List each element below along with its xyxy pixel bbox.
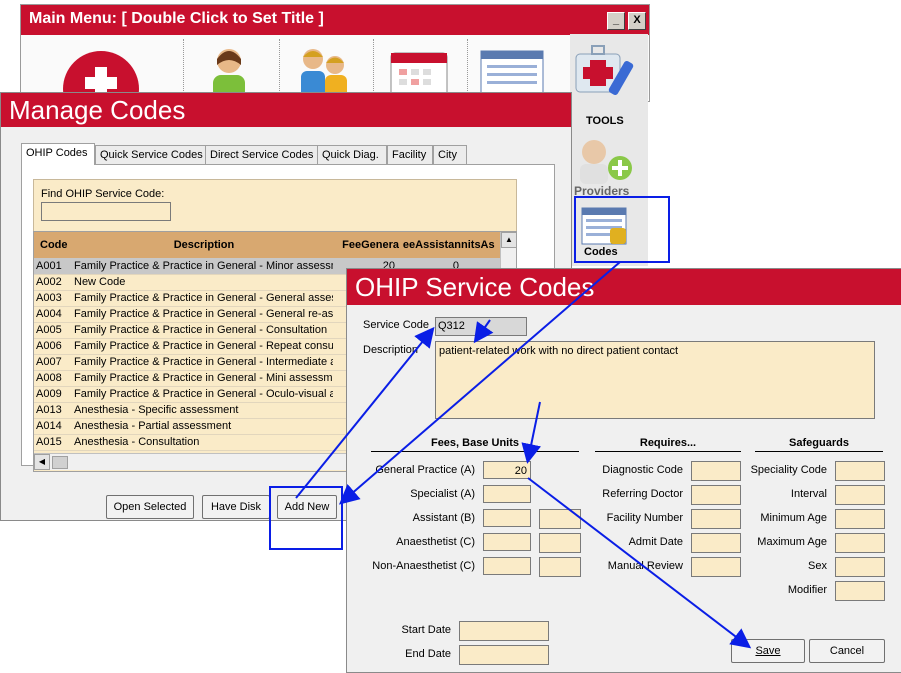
add-new-to-service-code-arrow	[295, 326, 435, 499]
annotation-overlay	[269, 196, 752, 649]
fee-to-save-arrow	[527, 477, 752, 649]
codes-highlight-box	[574, 196, 670, 263]
add-new-highlight-box	[269, 486, 343, 550]
fee-arrow	[521, 401, 542, 464]
codes-to-add-new-arrow	[338, 261, 621, 505]
description-arrow	[473, 319, 494, 344]
